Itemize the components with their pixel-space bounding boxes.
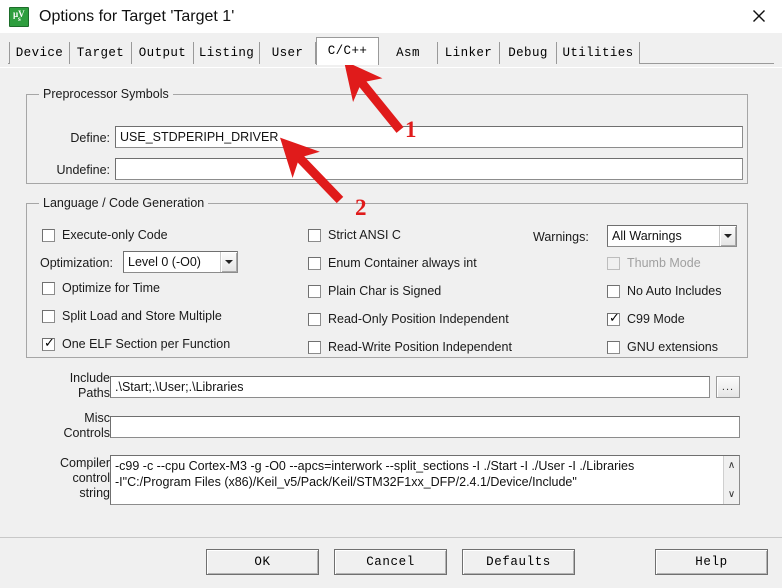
warnings-select[interactable]: All Warnings xyxy=(607,225,737,247)
checkbox-label: One ELF Section per Function xyxy=(62,337,231,351)
checkbox-box xyxy=(42,281,55,295)
checkbox-execute-only-code[interactable]: Execute-only Code xyxy=(42,228,168,242)
window-title: Options for Target 'Target 1' xyxy=(39,7,235,25)
check-icon: ✓ xyxy=(44,335,55,351)
tab-utilities[interactable]: Utilities xyxy=(557,42,640,64)
checkbox-box xyxy=(607,256,620,270)
checkbox-enum-container-always-int[interactable]: Enum Container always int xyxy=(308,256,477,270)
compiler-control-label-line2: control xyxy=(72,471,110,485)
checkbox-box xyxy=(308,312,321,326)
checkbox-label: Thumb Mode xyxy=(627,256,701,270)
tab-debug[interactable]: Debug xyxy=(500,42,557,64)
checkbox-label: Optimize for Time xyxy=(62,281,160,295)
close-x-glyph xyxy=(753,10,765,22)
include-paths-label-line1: Include xyxy=(69,371,110,385)
chevron-down-icon[interactable] xyxy=(719,226,736,246)
checkbox-label: GNU extensions xyxy=(627,340,719,354)
checkbox-box: ✓ xyxy=(607,310,620,326)
undefine-label: Undefine: xyxy=(56,163,110,177)
checkbox-box: ✓ xyxy=(42,335,55,351)
tab-listing[interactable]: Listing xyxy=(194,42,260,64)
checkbox-label: No Auto Includes xyxy=(627,284,722,298)
checkbox-box xyxy=(42,228,55,242)
help-button[interactable]: Help xyxy=(655,549,768,575)
checkbox-label: Plain Char is Signed xyxy=(328,284,442,298)
dialog-button-bar: OK Cancel Defaults Help xyxy=(0,537,782,588)
checkbox-split-load-and-store-multiple[interactable]: Split Load and Store Multiple xyxy=(42,309,222,323)
define-label: Define: xyxy=(70,131,110,145)
cancel-button[interactable]: Cancel xyxy=(334,549,447,575)
scroll-up-icon[interactable]: ∧ xyxy=(724,458,739,473)
compiler-control-label-line3: string xyxy=(79,486,110,500)
compiler-control-string-line1: -c99 -c --cpu Cortex-M3 -g -O0 --apcs=in… xyxy=(115,459,635,473)
uvision-logo-glyph-s: s xyxy=(18,14,21,23)
checkbox-gnu-extensions[interactable]: GNU extensions xyxy=(607,340,718,354)
tab-user[interactable]: User xyxy=(260,42,316,64)
tab-target[interactable]: Target xyxy=(70,42,132,64)
include-paths-input[interactable]: .\Start;.\User;.\Libraries xyxy=(110,376,710,398)
checkbox-no-auto-includes[interactable]: No Auto Includes xyxy=(607,284,722,298)
checkbox-label: C99 Mode xyxy=(627,312,685,326)
checkbox-box xyxy=(607,340,620,354)
checkbox-label: Enum Container always int xyxy=(328,256,477,270)
compiler-control-string-textarea[interactable]: -c99 -c --cpu Cortex-M3 -g -O0 --apcs=in… xyxy=(110,455,740,505)
include-paths-label-line2: Paths xyxy=(78,386,110,400)
compiler-control-string-line2: -I"C:/Program Files (x86)/Keil_v5/Pack/K… xyxy=(115,475,577,489)
checkbox-label: Strict ANSI C xyxy=(328,228,401,242)
optimization-value: Level 0 (-O0) xyxy=(128,255,201,269)
check-icon: ✓ xyxy=(609,310,620,326)
uvision-logo-icon: µV s xyxy=(9,6,29,27)
ok-button[interactable]: OK xyxy=(206,549,319,575)
tab-c-cpp[interactable]: C/C++ xyxy=(316,37,379,65)
scroll-down-icon[interactable]: ∨ xyxy=(724,487,739,502)
misc-controls-label-line2: Controls xyxy=(63,426,110,440)
undefine-input[interactable] xyxy=(115,158,743,180)
checkbox-read-write-position-independent[interactable]: Read-Write Position Independent xyxy=(308,340,512,354)
checkbox-box xyxy=(607,284,620,298)
annotation-number-1: 1 xyxy=(405,117,417,142)
warnings-label: Warnings: xyxy=(533,230,589,244)
checkbox-box xyxy=(308,340,321,354)
checkbox-label: Read-Write Position Independent xyxy=(328,340,512,354)
checkbox-one-elf-section-per-function[interactable]: ✓ One ELF Section per Function xyxy=(42,337,230,351)
checkbox-label: Read-Only Position Independent xyxy=(328,312,509,326)
misc-controls-input[interactable] xyxy=(110,416,740,438)
compiler-control-label-line1: Compiler xyxy=(59,456,110,470)
tab-output[interactable]: Output xyxy=(132,42,194,64)
tab-strip: Device Target Output Listing User C/C++ … xyxy=(0,33,782,67)
checkbox-box xyxy=(308,256,321,270)
checkbox-box xyxy=(308,228,321,242)
checkbox-box xyxy=(308,284,321,298)
optimization-label: Optimization: xyxy=(40,256,113,270)
tab-linker[interactable]: Linker xyxy=(438,42,500,64)
browse-include-paths-button[interactable]: ... xyxy=(716,376,740,398)
checkbox-thumb-mode[interactable]: Thumb Mode xyxy=(607,256,701,270)
checkbox-label: Split Load and Store Multiple xyxy=(62,309,222,323)
annotation-number-2: 2 xyxy=(355,195,367,220)
tab-asm[interactable]: Asm xyxy=(379,42,438,64)
misc-controls-label-line1: Misc xyxy=(84,411,110,425)
language-code-generation-legend: Language / Code Generation xyxy=(39,196,209,210)
checkbox-box xyxy=(42,309,55,323)
checkbox-label: Execute-only Code xyxy=(62,228,168,242)
checkbox-c99-mode[interactable]: ✓ C99 Mode xyxy=(607,312,685,326)
checkbox-plain-char-is-signed[interactable]: Plain Char is Signed xyxy=(308,284,441,298)
checkbox-read-only-position-independent[interactable]: Read-Only Position Independent xyxy=(308,312,509,326)
warnings-value: All Warnings xyxy=(612,229,682,243)
close-icon[interactable] xyxy=(736,0,782,32)
optimization-select[interactable]: Level 0 (-O0) xyxy=(123,251,238,273)
compiler-control-scrollbar[interactable]: ∧ ∨ xyxy=(723,456,739,504)
preprocessor-symbols-legend: Preprocessor Symbols xyxy=(39,87,173,101)
defaults-button[interactable]: Defaults xyxy=(462,549,575,575)
tab-device[interactable]: Device xyxy=(9,42,70,64)
checkbox-optimize-for-time[interactable]: Optimize for Time xyxy=(42,281,160,295)
define-input[interactable]: USE_STDPERIPH_DRIVER xyxy=(115,126,743,148)
chevron-down-icon[interactable] xyxy=(220,252,237,272)
tab-active-mask xyxy=(317,63,378,65)
title-bar: µV s Options for Target 'Target 1' xyxy=(0,0,782,34)
checkbox-strict-ansi-c[interactable]: Strict ANSI C xyxy=(308,228,401,242)
